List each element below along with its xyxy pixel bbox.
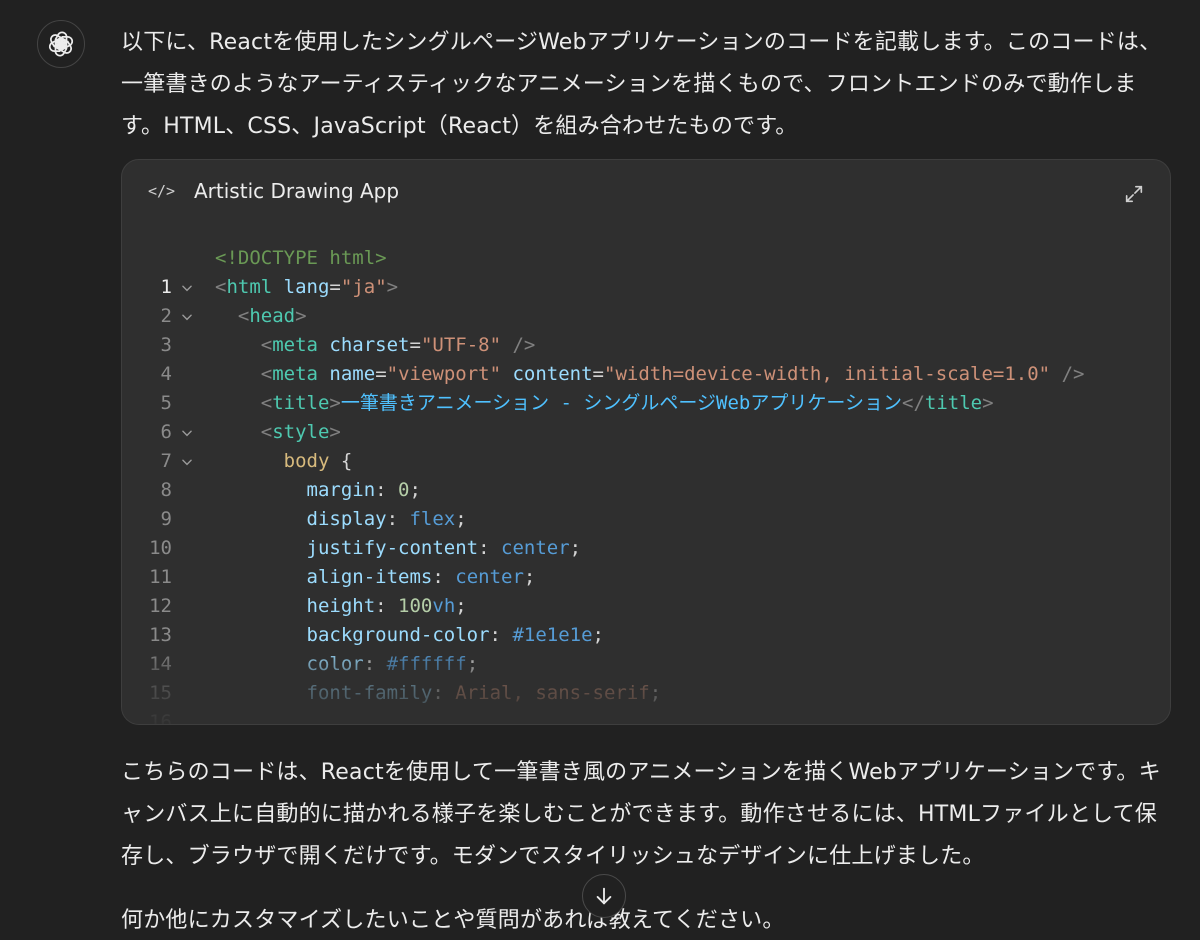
code-line: 5 <meta name="viewport" content="width=d…: [122, 360, 1170, 414]
code-text: <style>: [260, 421, 341, 443]
fold-chevron-icon[interactable]: [180, 447, 194, 479]
code-line: 12 align-items: center;: [122, 563, 1170, 617]
code-text: <title>一筆書きアニメーション - シングルページWebアプリケーション<…: [260, 392, 994, 414]
code-line: 14 background-color: #1e1e1e;: [122, 621, 1170, 675]
code-line: 6 <title>一筆書きアニメーション - シングルページWebアプリケーショ…: [122, 389, 1170, 443]
code-text: color: #ffffff;: [306, 653, 479, 675]
expand-icon: [1125, 185, 1143, 203]
code-text: <!DOCTYPE html>: [215, 247, 387, 269]
fold-chevron-icon[interactable]: [180, 418, 194, 450]
code-line: 4 <meta charset="UTF-8" />: [122, 331, 1170, 385]
code-text: margin: 0;: [306, 479, 421, 501]
chat-page: 以下に、Reactを使用したシングルページWebアプリケーションのコードを記載し…: [0, 0, 1200, 940]
code-line: 8 body {: [122, 447, 1170, 501]
assistant-message-intro: 以下に、Reactを使用したシングルページWebアプリケーションのコードを記載し…: [121, 22, 1176, 148]
expand-button[interactable]: [1120, 180, 1148, 208]
code-text: align-items: center;: [306, 566, 536, 588]
code-block-header: </> Artistic Drawing App: [122, 160, 1170, 228]
code-line: 11 justify-content: center;: [122, 534, 1170, 588]
code-text: justify-content: center;: [306, 537, 582, 559]
code-text: <html lang="ja">: [215, 276, 399, 298]
explanation-paragraph: こちらのコードは、Reactを使用して一筆書き風のアニメーションを描くWebアプ…: [121, 760, 1161, 869]
intro-paragraph: 以下に、Reactを使用したシングルページWebアプリケーションのコードを記載し…: [121, 30, 1162, 139]
code-line: 16 font-family: Arial, sans-serif;: [122, 679, 1170, 724]
code-icon: </>: [148, 182, 176, 200]
code-block-title: Artistic Drawing App: [194, 179, 400, 203]
code-line: 13 height: 100vh;: [122, 592, 1170, 646]
code-text: display: flex;: [306, 508, 467, 530]
code-text: <meta name="viewport" content="width=dev…: [260, 363, 1085, 385]
assistant-message-closing: 何か他にカスタマイズしたいことや質問があれば教えてください。: [121, 906, 1176, 936]
code-editor: 1 <!DOCTYPE html> 2 <html lang="ja"> 3 <…: [122, 244, 1170, 724]
code-line: 9 margin: 0;: [122, 476, 1170, 530]
code-line: 7 <style>: [122, 418, 1170, 472]
code-text: background-color: #1e1e1e;: [306, 624, 604, 646]
arrow-down-icon: [596, 887, 612, 905]
code-text: body {: [283, 450, 353, 472]
code-line: 2 <html lang="ja">: [122, 273, 1170, 327]
assistant-avatar: [37, 20, 85, 68]
assistant-message-explanation: こちらのコードは、Reactを使用して一筆書き風のアニメーションを描くWebアプ…: [121, 752, 1176, 878]
closing-paragraph: 何か他にカスタマイズしたいことや質問があれば教えてください。: [121, 908, 785, 933]
fold-chevron-icon[interactable]: [180, 273, 194, 305]
code-line: 10 display: flex;: [122, 505, 1170, 559]
code-text: font-family: Arial, sans-serif;: [306, 682, 662, 704]
code-line: 15 color: #ffffff;: [122, 650, 1170, 704]
fold-chevron-icon[interactable]: [180, 302, 194, 334]
code-text: <head>: [237, 305, 307, 327]
line-number: 16: [149, 711, 172, 725]
openai-logo-icon: [48, 31, 74, 57]
code-block: </> Artistic Drawing App 1 <!DOCTYPE htm…: [121, 159, 1171, 725]
code-text: <meta charset="UTF-8" />: [260, 334, 536, 356]
code-text: height: 100vh;: [306, 595, 467, 617]
code-line: 1 <!DOCTYPE html>: [122, 244, 1170, 298]
scroll-to-bottom-button[interactable]: [582, 874, 626, 918]
code-line: 3 <head>: [122, 302, 1170, 356]
